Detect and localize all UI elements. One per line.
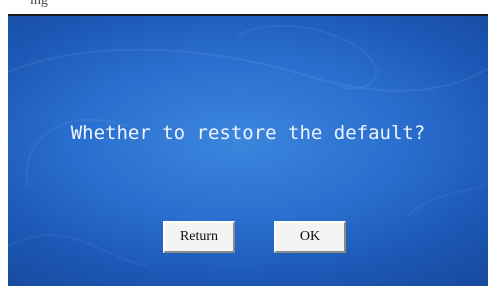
restore-default-dialog: Whether to restore the default? Return O… [8, 14, 488, 286]
return-button[interactable]: Return [163, 221, 235, 253]
top-caption: ing [0, 0, 490, 12]
ok-button[interactable]: OK [274, 221, 346, 253]
caption-text: ing [30, 0, 48, 8]
dialog-message: Whether to restore the default? [70, 122, 426, 144]
background-swirl [8, 24, 488, 267]
